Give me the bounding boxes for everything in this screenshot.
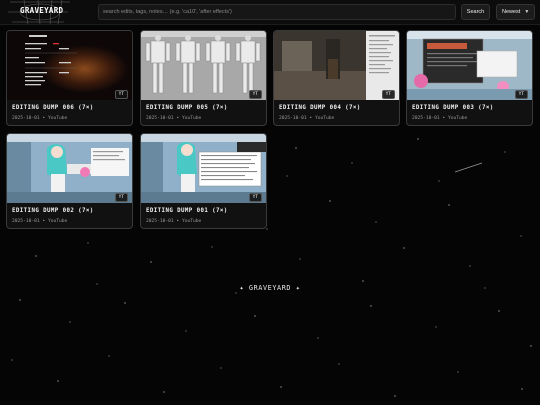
logo-text: GRAVEYARD xyxy=(20,6,64,15)
platform-badge: YT xyxy=(114,90,128,99)
video-card[interactable]: YT EDITING DUMP 006 (7×) 2025-10-01 • Yo… xyxy=(6,30,133,126)
thumbnail-image xyxy=(274,31,399,100)
video-thumbnail xyxy=(407,31,532,100)
card-meta: 2025-10-01 • YouTube xyxy=(146,116,202,121)
platform-badge: YT xyxy=(381,90,395,99)
thumbnail-image xyxy=(407,31,532,100)
top-bar: GRAVEYARD Search Newest ▼ xyxy=(0,0,540,25)
sort-select-value: Newest xyxy=(502,9,521,15)
card-meta: 2025-10-01 • YouTube xyxy=(279,116,335,121)
video-card[interactable]: YT EDITING DUMP 004 (7×) 2025-10-01 • Yo… xyxy=(273,30,400,126)
card-meta: 2025-10-01 • YouTube xyxy=(412,116,468,121)
thumbnail-image xyxy=(7,134,132,203)
video-thumbnail xyxy=(141,31,266,100)
card-title: EDITING DUMP 002 (7×) xyxy=(12,208,94,214)
card-title: EDITING DUMP 001 (7×) xyxy=(146,208,228,214)
search-input[interactable] xyxy=(98,4,456,20)
search-button[interactable]: Search xyxy=(461,4,490,20)
card-title: EDITING DUMP 003 (7×) xyxy=(412,105,494,111)
video-thumbnail xyxy=(274,31,399,100)
chevron-down-icon: ▼ xyxy=(524,9,530,15)
video-thumbnail xyxy=(7,134,132,203)
footer-brand: ✦ GRAVEYARD ✦ xyxy=(239,284,301,292)
card-title: EDITING DUMP 005 (7×) xyxy=(146,105,228,111)
card-meta: 2025-10-01 • YouTube xyxy=(12,219,68,224)
card-title: EDITING DUMP 004 (7×) xyxy=(279,105,361,111)
thumbnail-image xyxy=(141,31,266,100)
card-meta: 2025-10-01 • YouTube xyxy=(146,219,202,224)
thumbnail-image xyxy=(141,134,266,203)
platform-badge: YT xyxy=(514,90,528,99)
thumbnail-image xyxy=(7,31,132,100)
card-title: EDITING DUMP 006 (7×) xyxy=(12,105,94,111)
video-card[interactable]: YT EDITING DUMP 005 (7×) 2025-10-01 • Yo… xyxy=(140,30,267,126)
video-card[interactable]: YT EDITING DUMP 002 (7×) 2025-10-01 • Yo… xyxy=(6,133,133,229)
sort-select[interactable]: Newest ▼ xyxy=(496,4,535,20)
video-thumbnail xyxy=(7,31,132,100)
logo[interactable]: GRAVEYARD xyxy=(4,0,96,24)
video-card[interactable]: YT EDITING DUMP 003 (7×) 2025-10-01 • Yo… xyxy=(406,30,533,126)
video-card[interactable]: YT EDITING DUMP 001 (7×) 2025-10-01 • Yo… xyxy=(140,133,267,229)
platform-badge: YT xyxy=(248,90,262,99)
platform-badge: YT xyxy=(248,193,262,202)
platform-badge: YT xyxy=(114,193,128,202)
card-meta: 2025-10-01 • YouTube xyxy=(12,116,68,121)
video-thumbnail xyxy=(141,134,266,203)
